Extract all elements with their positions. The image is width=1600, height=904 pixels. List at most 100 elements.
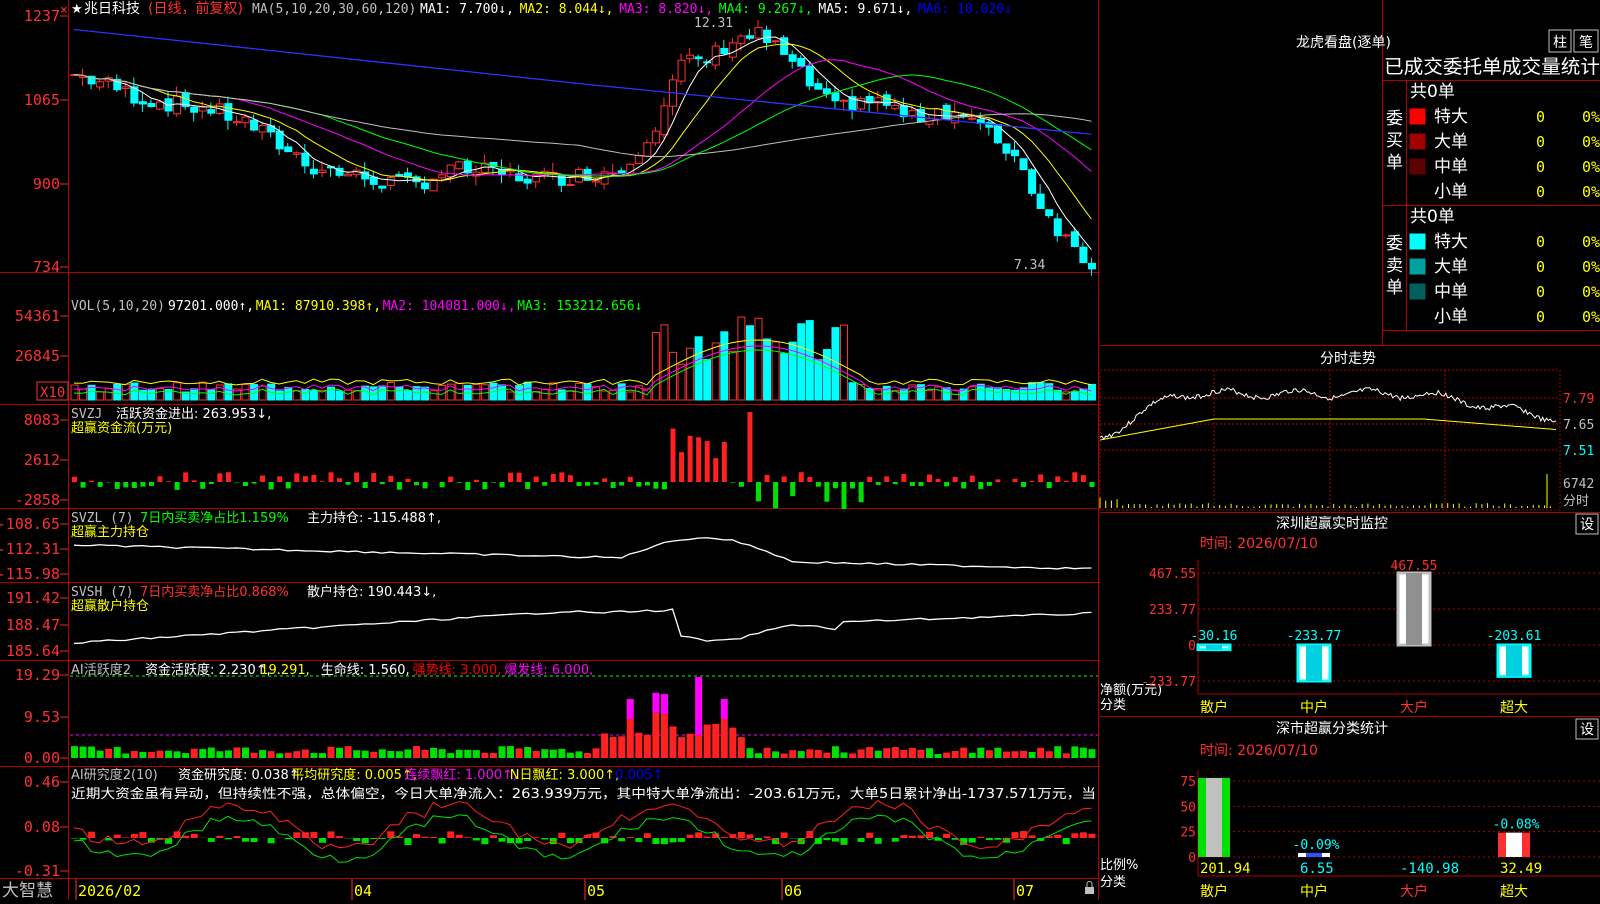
svzl-chart[interactable] <box>74 538 1091 569</box>
candle-body <box>798 58 805 66</box>
order-type-label: 小单 <box>1434 182 1468 202</box>
air-values: 资金研究度: 0.038↑,平均研究度: 0.005↑,连续飘红: 1.000↑… <box>178 767 663 783</box>
research-bar <box>704 837 711 838</box>
header-value: 资金活跃度: 2.230↑, <box>145 662 271 678</box>
research-bar <box>1071 833 1078 838</box>
research-bar <box>310 832 317 838</box>
volume-bar <box>746 326 753 400</box>
flow-bar <box>987 482 992 486</box>
candle-body <box>259 126 266 132</box>
classify-settings-button[interactable]: 设 <box>1576 719 1598 739</box>
ai2-y-tick: 0.00 <box>24 749 60 767</box>
activity-bar <box>832 746 839 758</box>
activity-bar <box>345 746 352 758</box>
volume-chart[interactable] <box>71 317 1095 400</box>
activity-bar <box>909 748 916 758</box>
classify-pct-label: -0.08% <box>1493 818 1540 833</box>
monitor-bar-chart[interactable]: 467.55233.770-233.77-30.16散户-233.77中户467… <box>1141 559 1600 716</box>
activity-bar <box>875 751 882 758</box>
candle-body <box>157 102 164 109</box>
svsh-chart[interactable] <box>74 609 1091 643</box>
candle-body <box>174 96 181 114</box>
monitor-settings-button[interactable]: 设 <box>1576 514 1598 534</box>
flow-bar <box>329 472 334 482</box>
intraday-chart[interactable] <box>1100 388 1556 508</box>
stock-terminal: 1237 1065 900 734 × 54361 26845 X10 8083… <box>0 0 1600 900</box>
header-value: MA5: 9.671↓, <box>818 2 912 17</box>
svg-text:笔: 笔 <box>1579 35 1593 51</box>
volume-bar <box>994 388 1001 400</box>
research-bar <box>1063 838 1070 844</box>
lock-icon[interactable] <box>1085 882 1094 895</box>
monitor-bar-core <box>1506 645 1522 676</box>
flow-bar <box>944 482 949 486</box>
candle-body <box>969 118 976 119</box>
flow-bar <box>500 482 505 487</box>
ai2-header: AI活跃度2 资金活跃度: 2.230↑,19.291,生命线: 1.560,强… <box>71 662 593 678</box>
activity-bar <box>678 737 685 758</box>
research-bar <box>1080 832 1087 838</box>
close-panel-icon[interactable]: × <box>60 3 68 18</box>
activity-bar <box>293 751 300 758</box>
candlestick-chart[interactable] <box>71 20 1095 276</box>
ai-activity-chart[interactable] <box>70 676 1098 758</box>
stock-name[interactable]: 兆日科技 <box>84 1 140 17</box>
candle-body <box>746 36 753 39</box>
svzj-chart[interactable] <box>72 412 1094 509</box>
order-color-swatch <box>1410 234 1425 249</box>
monitor-value-label: 467.55 <box>1391 559 1438 574</box>
side-label-char: 单 <box>1386 153 1403 173</box>
vol-values: 97201.000↑,MA1: 87910.398↑,MA2: 104081.0… <box>168 299 642 314</box>
main-holding-line <box>74 538 1091 569</box>
bar-mode-button[interactable]: 柱 <box>1549 30 1571 52</box>
activity-bar <box>114 747 121 758</box>
flow-bar <box>380 482 385 484</box>
research-bar <box>858 838 865 842</box>
volume-bar <box>345 390 352 400</box>
activity-bar <box>635 733 642 758</box>
volume-bar <box>191 389 198 400</box>
side-label-char: 买 <box>1386 131 1403 151</box>
classify-pct-label: -0.09% <box>1293 838 1340 853</box>
classify-bar-chart[interactable]: 7550250201.94散户-0.09%6.55中户-140.98大户-0.0… <box>1180 770 1600 900</box>
order-count: 0 <box>1536 308 1545 326</box>
activity-bar <box>370 752 377 758</box>
period-label[interactable]: (日线，前复权) <box>148 0 243 17</box>
activity-bar <box>1054 746 1061 758</box>
activity-bar <box>806 749 813 758</box>
volume-bar <box>601 391 608 400</box>
monitor-category: 大户 <box>1400 699 1428 716</box>
activity-bar <box>558 749 565 758</box>
flow-bar <box>953 477 958 482</box>
volume-bar <box>430 391 437 400</box>
activity-bar <box>1088 749 1095 758</box>
research-bar <box>635 838 642 842</box>
pen-mode-button[interactable]: 笔 <box>1574 30 1598 52</box>
research-bar <box>413 834 420 838</box>
flow-bar <box>465 482 470 490</box>
candle-body <box>755 27 762 38</box>
activity-bar <box>422 750 429 758</box>
candle-body <box>678 60 685 81</box>
ai-research-chart[interactable] <box>71 801 1095 863</box>
activity-bar <box>268 751 275 758</box>
monitor-category: 超大 <box>1500 700 1528 716</box>
candle-body <box>370 177 377 184</box>
activity-bar <box>926 748 933 758</box>
svzl-value: 主力持仓: -115.488↑, <box>307 511 441 526</box>
activity-peak <box>652 693 659 713</box>
svg-text:柱: 柱 <box>1553 35 1567 51</box>
svsh-y-tick: 191.42 <box>6 589 60 607</box>
activity-bar <box>456 750 463 758</box>
flow-bar <box>790 482 795 496</box>
volume-bar <box>935 387 942 400</box>
flow-bar <box>619 482 624 486</box>
volume-bar <box>404 391 411 400</box>
favorite-star-icon[interactable]: ★ <box>71 2 83 17</box>
flow-bar <box>269 482 274 489</box>
candle-body <box>729 43 736 57</box>
research-bar <box>969 838 976 843</box>
app-brand[interactable]: 大智慧 <box>2 881 53 900</box>
header-value: MA3: 8.820↓, <box>619 2 713 17</box>
order-type-label: 大单 <box>1434 257 1468 277</box>
